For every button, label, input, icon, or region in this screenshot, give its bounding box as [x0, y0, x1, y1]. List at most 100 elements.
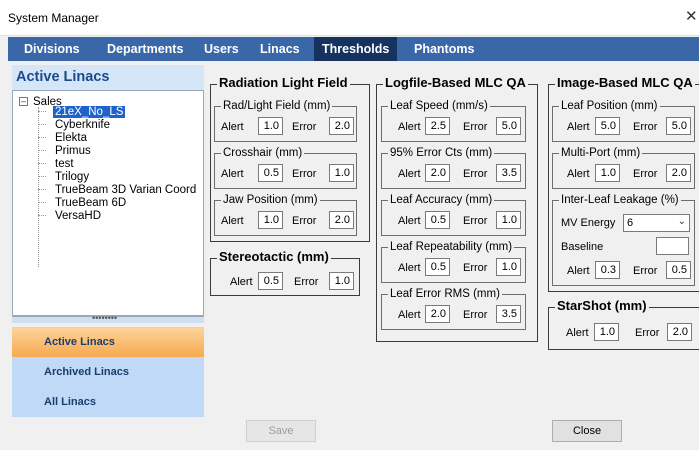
rad-light-field-group: Rad/Light Field (mm) Alert 1.0 Error 2.0 — [214, 99, 357, 142]
error-cts-group: 95% Error Cts (mm) Alert 2.0 Error 3.5 — [381, 146, 526, 189]
inter-leaf-error-input[interactable]: 0.5 — [666, 261, 691, 279]
tree-item-elekta[interactable]: Elekta — [55, 132, 87, 144]
alert-label: Alert — [221, 121, 244, 133]
leaf-accuracy-group: Leaf Accuracy (mm) Alert 0.5 Error 1.0 — [381, 193, 526, 236]
leaf-position-group: Leaf Position (mm) Alert 5.0 Error 5.0 — [552, 99, 695, 142]
group-title: Leaf Position (mm) — [559, 99, 660, 114]
tree-line — [38, 163, 46, 164]
leaf-speed-alert-input[interactable]: 2.5 — [425, 117, 450, 135]
inter-leaf-alert-input[interactable]: 0.3 — [595, 261, 620, 279]
tree-item-21ex-no-ls[interactable]: 21eX_No_LS — [51, 105, 127, 119]
mv-energy-value: 6 — [627, 217, 634, 229]
tree-item-cyberknife[interactable]: Cyberknife — [55, 119, 110, 131]
nav-active-linacs[interactable]: Active Linacs — [12, 327, 204, 357]
group-title: Leaf Accuracy (mm) — [388, 193, 495, 208]
error-label: Error — [463, 309, 488, 321]
tree-line — [38, 202, 46, 203]
group-title: StarShot (mm) — [555, 298, 649, 313]
stereotactic-error-input[interactable]: 1.0 — [329, 272, 354, 290]
tree-line — [38, 189, 46, 190]
alert-label: Alert — [221, 168, 244, 180]
menu-divisions[interactable]: Divisions — [16, 37, 88, 61]
multi-port-error-input[interactable]: 2.0 — [666, 164, 691, 182]
leaf-accuracy-alert-input[interactable]: 0.5 — [425, 211, 450, 229]
leaf-error-rms-alert-input[interactable]: 2.0 — [425, 305, 450, 323]
leaf-accuracy-error-input[interactable]: 1.0 — [496, 211, 521, 229]
tree-line — [38, 111, 46, 112]
group-title: Logfile-Based MLC QA — [383, 75, 528, 90]
alert-label: Alert — [398, 215, 421, 227]
error-label: Error — [294, 276, 319, 288]
error-label: Error — [633, 121, 658, 133]
rad-light-error-input[interactable]: 2.0 — [329, 117, 354, 135]
group-title: Jaw Position (mm) — [221, 193, 320, 208]
close-icon[interactable]: ✕ — [685, 7, 699, 25]
multi-port-alert-input[interactable]: 1.0 — [595, 164, 620, 182]
error-label: Error — [463, 168, 488, 180]
close-button[interactable]: Close — [552, 420, 622, 442]
tree-line — [38, 107, 39, 267]
menu-phantoms[interactable]: Phantoms — [406, 37, 482, 61]
crosshair-error-input[interactable]: 1.0 — [329, 164, 354, 182]
tree-line — [38, 215, 46, 216]
error-label: Error — [292, 215, 317, 227]
jaw-alert-input[interactable]: 1.0 — [258, 211, 283, 229]
stereotactic-group: Stereotactic (mm) Alert 0.5 Error 1.0 — [210, 249, 360, 296]
leaf-position-error-input[interactable]: 5.0 — [666, 117, 691, 135]
left-panel: Active Linacs – Sales 21eX_No_LS Cyberkn… — [12, 65, 204, 417]
error-label: Error — [463, 121, 488, 133]
starshot-error-input[interactable]: 2.0 — [667, 323, 692, 341]
leaf-position-alert-input[interactable]: 5.0 — [595, 117, 620, 135]
nav-archived-linacs[interactable]: Archived Linacs — [12, 357, 204, 387]
splitter-grip: •••••••• — [92, 313, 118, 323]
group-title: Rad/Light Field (mm) — [221, 99, 333, 114]
error-cts-error-input[interactable]: 3.5 — [496, 164, 521, 182]
group-title: Leaf Error RMS (mm) — [388, 287, 502, 302]
starshot-alert-input[interactable]: 1.0 — [594, 323, 619, 341]
menu-users[interactable]: Users — [196, 37, 247, 61]
panel-header: Active Linacs — [12, 65, 204, 90]
tree-item-trilogy[interactable]: Trilogy — [55, 171, 89, 183]
baseline-input[interactable] — [656, 237, 689, 255]
leaf-repeatability-alert-input[interactable]: 0.5 — [425, 258, 450, 276]
inter-leaf-leakage-group: Inter-Leaf Leakage (%) MV Energy 6 ⌄ Bas… — [552, 193, 695, 286]
tree-item-truebeam-3d[interactable]: TrueBeam 3D Varian Coord — [55, 184, 196, 196]
menu-departments[interactable]: Departments — [99, 37, 191, 61]
crosshair-group: Crosshair (mm) Alert 0.5 Error 1.0 — [214, 146, 357, 189]
tree-item-versahd[interactable]: VersaHD — [55, 210, 101, 222]
mv-energy-select[interactable]: 6 ⌄ — [623, 214, 690, 232]
alert-label: Alert — [398, 168, 421, 180]
leaf-error-rms-error-input[interactable]: 3.5 — [496, 305, 521, 323]
menu-bar: Divisions Departments Users Linacs Thres… — [8, 37, 699, 61]
error-cts-alert-input[interactable]: 2.0 — [425, 164, 450, 182]
stereotactic-alert-input[interactable]: 0.5 — [258, 272, 283, 290]
tree-item-primus[interactable]: Primus — [55, 145, 91, 157]
leaf-repeatability-error-input[interactable]: 1.0 — [496, 258, 521, 276]
alert-label: Alert — [221, 215, 244, 227]
alert-label: Alert — [398, 121, 421, 133]
baseline-label: Baseline — [561, 241, 604, 253]
leaf-speed-error-input[interactable]: 5.0 — [496, 117, 521, 135]
nav-all-linacs[interactable]: All Linacs — [12, 387, 204, 417]
tree-item-test[interactable]: test — [55, 158, 74, 170]
menu-linacs[interactable]: Linacs — [252, 37, 308, 61]
error-label: Error — [463, 215, 488, 227]
group-title: Image-Based MLC QA — [555, 75, 695, 90]
tree-line — [38, 176, 46, 177]
starshot-group: StarShot (mm) Alert 1.0 Error 2.0 — [548, 298, 699, 350]
rad-light-alert-input[interactable]: 1.0 — [258, 117, 283, 135]
save-button[interactable]: Save — [246, 420, 316, 442]
linac-tree[interactable]: – Sales 21eX_No_LS Cyberknife Elekta Pri… — [12, 90, 204, 316]
error-label: Error — [633, 265, 658, 277]
panel-splitter[interactable]: •••••••• — [12, 313, 204, 323]
crosshair-alert-input[interactable]: 0.5 — [258, 164, 283, 182]
error-label: Error — [463, 262, 488, 274]
collapse-icon[interactable]: – — [19, 97, 28, 106]
leaf-repeatability-group: Leaf Repeatability (mm) Alert 0.5 Error … — [381, 240, 526, 283]
jaw-error-input[interactable]: 2.0 — [329, 211, 354, 229]
menu-thresholds[interactable]: Thresholds — [314, 37, 398, 61]
alert-label: Alert — [398, 309, 421, 321]
tree-item-truebeam-6d[interactable]: TrueBeam 6D — [55, 197, 126, 209]
group-title: Leaf Repeatability (mm) — [388, 240, 515, 255]
group-title: 95% Error Cts (mm) — [388, 146, 495, 161]
